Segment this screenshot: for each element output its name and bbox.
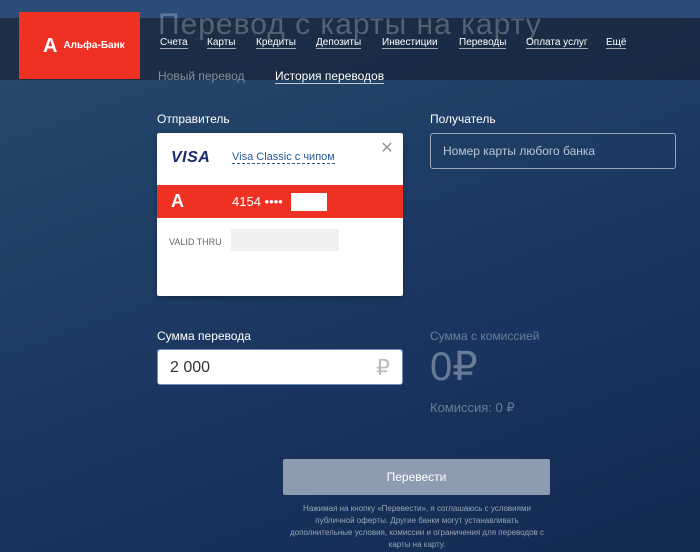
card-type-selector[interactable]: Visa Classic с чипом [232,151,335,164]
tab-transfer-history[interactable]: История переводов [275,69,385,84]
recipient-label: Получатель [430,112,496,126]
valid-thru-mask [231,229,339,251]
nav-item-investments[interactable]: Инвестиции [382,37,438,49]
amount-label: Сумма перевода [157,329,251,343]
ruble-icon: ₽ [376,355,390,380]
bank-logo[interactable]: А Альфа-Банк [19,12,140,79]
commission-title: Сумма с комиссией [430,329,540,343]
commission-fee: Комиссия: 0 ₽ [430,400,515,415]
close-icon[interactable]: ✕ [379,141,395,157]
recipient-card-input[interactable] [430,133,676,169]
sender-card[interactable]: VISA Visa Classic с чипом ✕ А 4154 •••• … [157,133,403,296]
alfa-mark-icon: А [171,191,184,211]
visa-logo: VISA [171,149,211,166]
commission-total: 0₽ [430,345,478,389]
tab-new-transfer[interactable]: Новый перевод [158,69,245,83]
card-number-mask [291,193,327,211]
nav-item-credits[interactable]: Кредиты [256,37,296,49]
submit-button[interactable]: Перевести [283,459,550,495]
amount-input[interactable]: 2 000 ₽ [157,349,403,385]
logo-mark: А [43,34,58,57]
nav-item-payments[interactable]: Оплата услуг [526,37,588,49]
nav-item-cards[interactable]: Карты [207,37,236,49]
card-number: 4154 •••• [232,194,283,209]
amount-value: 2 000 [170,359,211,376]
disclaimer-text: Нажимая на кнопку «Перевести», я соглаша… [290,504,544,549]
valid-thru-label: VALID THRU [169,237,222,247]
nav-item-deposits[interactable]: Депозиты [316,37,362,49]
logo-text: Альфа-Банк [63,40,125,51]
nav-item-accounts[interactable]: Счета [160,37,188,49]
sender-label: Отправитель [157,112,230,126]
card-strip: А 4154 •••• [157,185,403,218]
nav-item-transfers[interactable]: Переводы [459,37,507,49]
nav-item-more[interactable]: Ещё [606,37,627,49]
